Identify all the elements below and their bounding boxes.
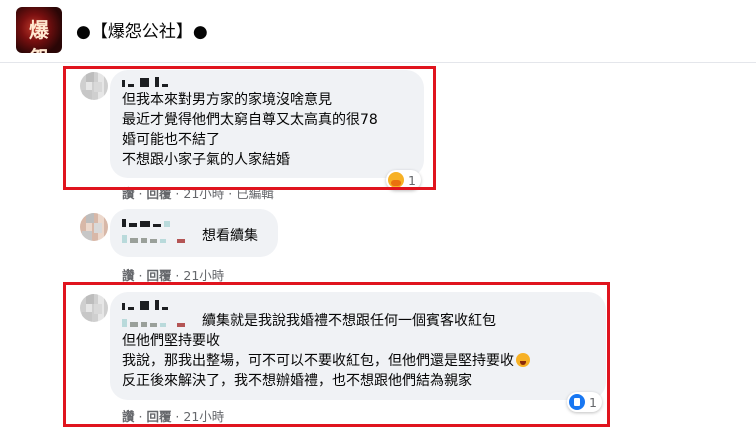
highlight-box <box>63 282 610 427</box>
comment-bubble: 想看續集 <box>110 209 278 257</box>
page-header: 爆怨 ●【爆怨公社】● <box>0 0 756 63</box>
commenter-name-blurred[interactable] <box>122 215 170 227</box>
tagged-name-blurred[interactable] <box>122 231 185 243</box>
page-avatar[interactable]: 爆怨 <box>16 7 62 53</box>
reply-link[interactable]: 回覆 <box>146 268 171 283</box>
page-title[interactable]: ●【爆怨公社】● <box>76 17 208 42</box>
commenter-avatar[interactable] <box>80 213 108 241</box>
page-avatar-logo: 爆怨 <box>29 18 49 53</box>
like-link[interactable]: 讚 <box>122 268 135 283</box>
comment-text: 想看續集 <box>202 228 258 244</box>
comment-timestamp[interactable]: 21小時 <box>183 268 224 283</box>
comment-section: 但我本來對男方家的家境沒啥意見 最近才覺得他們太窮自尊又太高真的很78 婚可能也… <box>0 63 756 428</box>
highlight-box <box>63 66 436 190</box>
